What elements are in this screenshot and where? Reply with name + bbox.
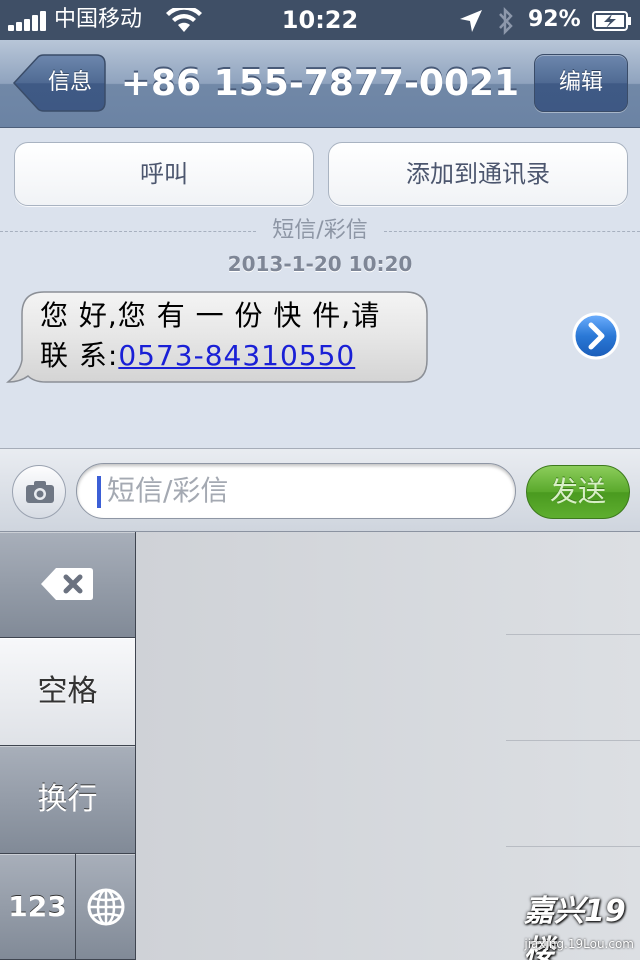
call-button[interactable]: 呼叫 [14,142,314,206]
edit-button[interactable]: 编辑 [534,54,628,112]
message-timestamp: 2013-1-20 10:20 [227,252,413,276]
keyboard-function-keys: 空格 换行 123 [0,532,136,960]
divider-line-right [384,231,640,232]
camera-button[interactable] [12,465,66,519]
text-caret [97,476,101,508]
detail-disclosure-icon[interactable] [572,312,620,360]
return-key[interactable]: 换行 [0,746,136,854]
location-arrow-icon [460,10,482,32]
bluetooth-icon [499,6,513,36]
contact-phone-title: +86 155-7877-0021 [120,63,520,104]
divider-line-left [0,231,256,232]
message-type-divider: 短信/彩信 [0,216,640,246]
numbers-key[interactable]: 123 [0,854,76,960]
battery-charging-icon [592,11,631,31]
delete-key[interactable] [0,532,136,638]
space-key[interactable]: 空格 [0,638,136,746]
add-to-contacts-button[interactable]: 添加到通讯录 [328,142,628,206]
composer-bar: 短信/彩信 发送 [0,448,640,532]
message-line-1: 您 好,您 有 一 份 快 件,请 [40,299,381,332]
camera-icon [26,481,54,503]
area-divider-line [506,740,640,741]
message-line-2-prefix: 联 系: [40,339,119,372]
back-button-label: 信息 [47,70,92,95]
message-type-label: 短信/彩信 [272,218,368,243]
navigation-bar: 信息 +86 155-7877-0021 编辑 [0,40,640,128]
message-text: 您 好,您 有 一 份 快 件,请 联 系:0573-84310550 [40,296,420,376]
phone-number-link[interactable]: 0573-84310550 [118,339,355,372]
message-line-2: 联 系:0573-84310550 [40,336,420,376]
area-divider-line [506,846,640,847]
message-input-placeholder: 短信/彩信 [107,474,229,507]
globe-icon [87,888,125,926]
message-input[interactable]: 短信/彩信 [76,463,516,519]
send-button[interactable]: 发送 [526,465,630,519]
backspace-icon [41,568,93,600]
globe-key[interactable] [76,854,136,960]
battery-percent: 92% [528,7,581,32]
status-bar: 中国移动 10:22 92% [0,0,640,40]
received-message-bubble[interactable]: 您 好,您 有 一 份 快 件,请 联 系:0573-84310550 [6,290,430,386]
watermark-url: jiaxing.19Lou.com [524,937,634,951]
area-divider-line [506,634,640,635]
watermark-logo: 嘉兴19楼 jiaxing.19Lou.com [524,892,640,960]
back-button[interactable]: 信息 [12,54,106,112]
